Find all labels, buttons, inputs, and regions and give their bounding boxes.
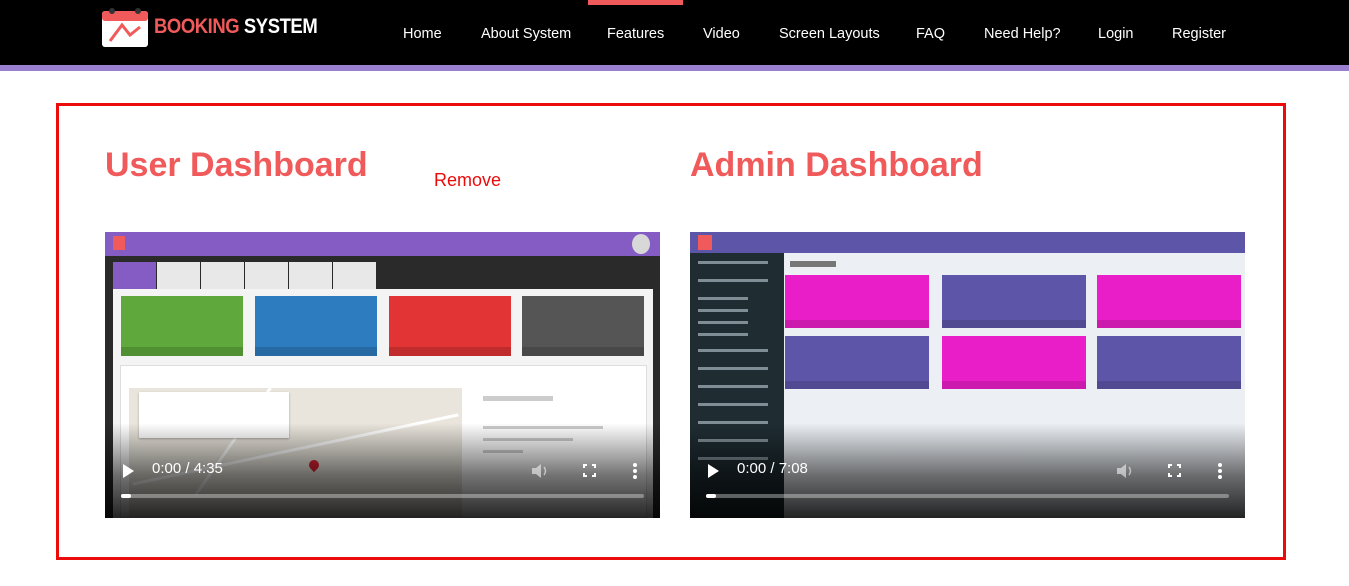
top-navbar: BOOKING SYSTEM Home About System Feature… [0,0,1349,65]
thumb-tile [785,275,929,328]
fullscreen-icon[interactable] [1168,464,1181,477]
thumb-stat-card [389,296,511,356]
thumb-logo-icon [113,236,125,250]
thumb-stat-card [255,296,377,356]
thumb-tab [333,262,376,290]
nav-link-features[interactable]: Features [607,26,664,42]
remove-link[interactable]: Remove [434,170,501,191]
thumb-card-footer [255,347,377,356]
user-dashboard-title: User Dashboard [105,146,368,184]
video-progress-fill [121,494,131,498]
thumb-tab [113,262,156,290]
thumb-sidebar-item [698,297,748,300]
more-options-icon[interactable] [1218,463,1222,479]
thumb-tile [942,336,1086,389]
thumb-sidebar-item [698,261,768,264]
thumb-card-footer [389,347,511,356]
thumb-card-footer [522,347,644,356]
video-time: 0:00 / 4:35 [152,460,223,477]
thumb-sidebar-item [698,321,748,324]
user-dashboard-video[interactable]: 0:00 / 4:35 [105,232,660,518]
volume-icon[interactable] [531,463,549,479]
thumb-tile [1097,336,1241,389]
thumb-card-footer [121,347,243,356]
thumb-contact-heading [483,396,553,401]
thumb-sidebar-item [698,309,748,312]
more-options-icon[interactable] [633,463,637,479]
nav-link-screen-layouts[interactable]: Screen Layouts [779,26,880,42]
video-frame-header [105,232,660,256]
nav-link-home[interactable]: Home [403,26,442,42]
thumb-tabs [113,262,376,290]
thumb-sidebar-item [698,403,768,406]
thumb-tile [785,336,929,389]
thumb-tab [289,262,332,290]
admin-dashboard-title: Admin Dashboard [690,146,983,184]
video-frame-header [690,232,1245,253]
main-nav: Home About System Features Video Screen … [0,0,1349,65]
thumb-logo-icon [698,235,712,250]
thumb-tile [1097,275,1241,328]
nav-link-about-system[interactable]: About System [481,26,571,42]
nav-link-login[interactable]: Login [1098,26,1133,42]
video-progress-bar[interactable] [121,494,644,498]
thumb-sidebar-item [698,367,768,370]
thumb-tab [245,262,288,290]
thumb-stat-card [121,296,243,356]
thumb-sidebar-item [698,385,768,388]
thumb-sidebar-item [698,349,768,352]
thumb-sidebar-item [698,333,748,336]
thumb-tile [942,275,1086,328]
video-progress-fill [706,494,716,498]
fullscreen-icon[interactable] [583,464,596,477]
play-icon[interactable] [708,464,719,478]
nav-link-register[interactable]: Register [1172,26,1226,42]
thumb-main-heading [790,261,836,267]
nav-link-video[interactable]: Video [703,26,740,42]
thumb-sidebar-item [698,279,768,282]
video-progress-bar[interactable] [706,494,1229,498]
admin-dashboard-video[interactable]: 0:00 / 7:08 [690,232,1245,518]
video-time: 0:00 / 7:08 [737,460,808,477]
thumb-tab [201,262,244,290]
nav-link-faq[interactable]: FAQ [916,26,945,42]
volume-icon[interactable] [1116,463,1134,479]
navbar-stripe [0,65,1349,71]
thumb-avatar-icon [632,234,650,254]
nav-link-need-help[interactable]: Need Help? [984,26,1061,42]
thumb-stat-card [522,296,644,356]
play-icon[interactable] [123,464,134,478]
thumb-tab [157,262,200,290]
